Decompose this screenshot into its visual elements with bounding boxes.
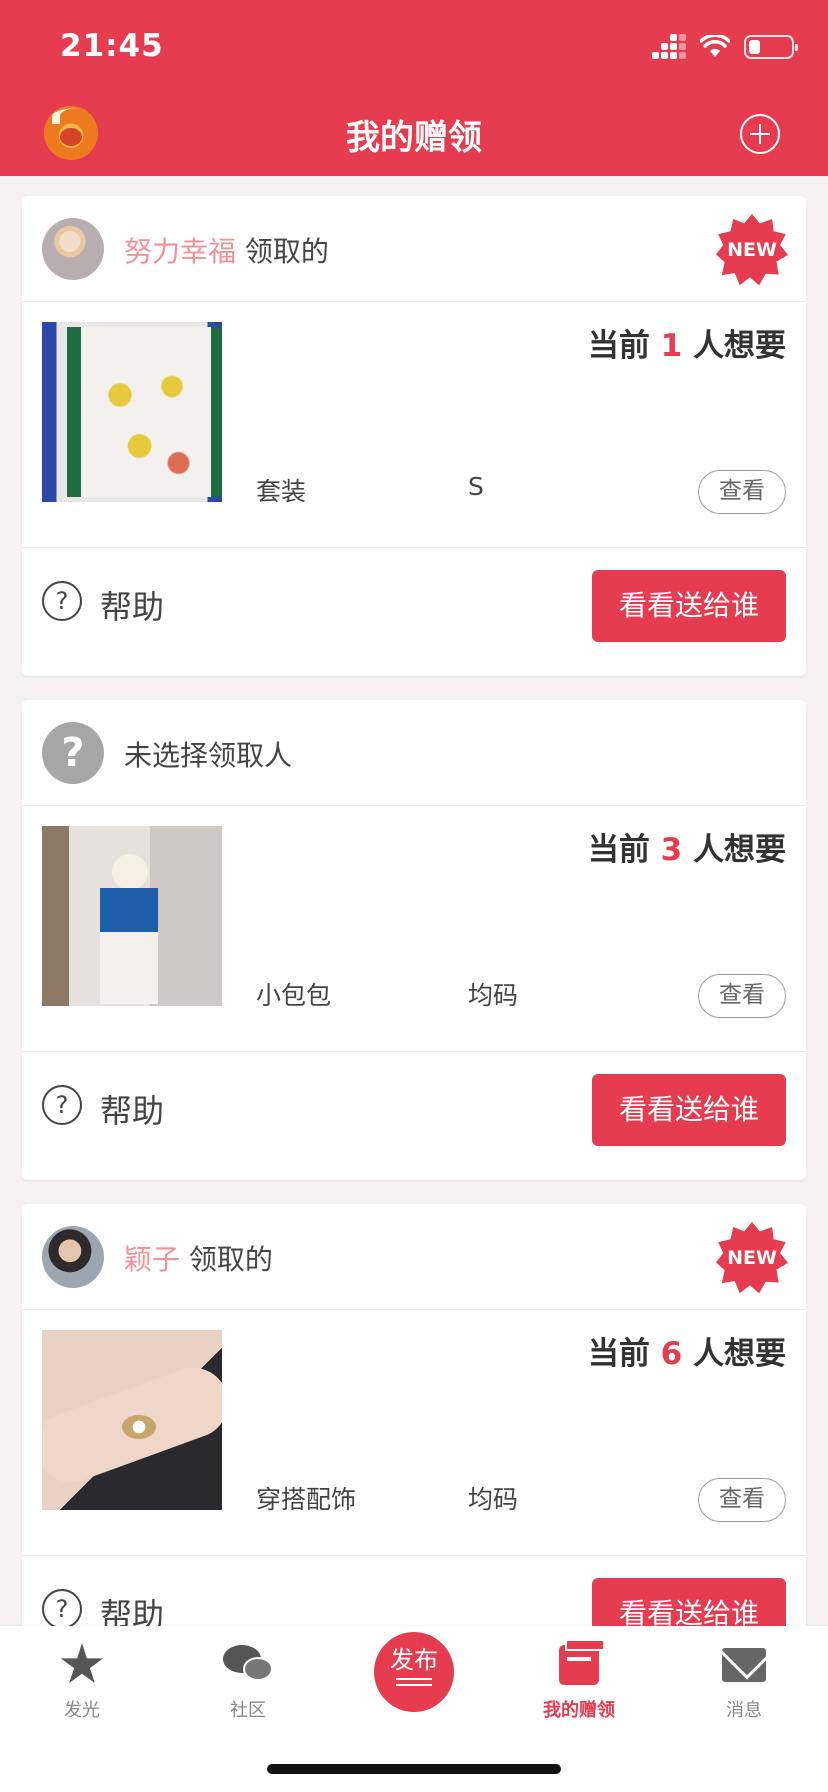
receiver-avatar[interactable] xyxy=(42,218,104,280)
new-badge: NEW xyxy=(716,1222,788,1294)
star-icon xyxy=(60,1643,104,1684)
want-suffix: 人想要 xyxy=(682,832,786,868)
receiver-name[interactable]: 努力幸福 xyxy=(124,235,236,268)
card-body: 当前 6 人想要 穿搭配饰 均码 查看 xyxy=(22,1310,806,1556)
item-photo[interactable] xyxy=(42,826,222,1006)
receive-action-text: 领取的 xyxy=(180,1243,273,1276)
want-prefix: 当前 xyxy=(587,832,661,868)
help-label[interactable]: 帮助 xyxy=(100,582,164,628)
want-prefix: 当前 xyxy=(587,328,661,364)
gift-card: 颖子 领取的 NEW 当前 6 人想要 穿搭配饰 均码 查看 ? 帮助 看看送给… xyxy=(22,1204,806,1684)
receiver-avatar[interactable] xyxy=(42,1226,104,1288)
card-header: 颖子 领取的 NEW xyxy=(22,1204,806,1310)
publish-label: 发布 xyxy=(390,1646,438,1674)
help-icon[interactable]: ? xyxy=(42,1589,82,1629)
receiver-name[interactable]: 颖子 xyxy=(124,1243,180,1276)
view-button[interactable]: 查看 xyxy=(698,1478,786,1522)
wifi-icon xyxy=(700,34,730,57)
want-count-text: 当前 1 人想要 xyxy=(588,320,786,365)
item-photo[interactable] xyxy=(42,1330,222,1510)
help-icon[interactable]: ? xyxy=(42,1085,82,1125)
item-category: 小包包 xyxy=(256,981,332,1010)
help-label[interactable]: 帮助 xyxy=(100,1086,164,1132)
gift-card: 努力幸福 领取的 NEW 当前 1 人想要 套装 S 查看 ? 帮助 看看送给谁 xyxy=(22,196,806,676)
receiver-line: 努力幸福 领取的 xyxy=(124,230,329,270)
card-header: ? 未选择领取人 xyxy=(22,700,806,806)
tab-label: 社区 xyxy=(230,1700,266,1721)
want-prefix: 当前 xyxy=(587,1336,661,1372)
gift-box-icon xyxy=(559,1639,605,1685)
view-button[interactable]: 查看 xyxy=(698,470,786,514)
cellular-signal-icon xyxy=(652,34,686,59)
want-suffix: 人想要 xyxy=(682,328,786,364)
want-count-text: 当前 6 人想要 xyxy=(588,1328,786,1373)
battery-icon xyxy=(744,34,798,59)
tab-label: 发光 xyxy=(64,1700,100,1721)
help-icon[interactable]: ? xyxy=(42,581,82,621)
tab-messages[interactable]: 消息 xyxy=(684,1638,804,1722)
want-number: 3 xyxy=(660,832,683,868)
card-body: 当前 1 人想要 套装 S 查看 xyxy=(22,302,806,548)
item-size: 均码 xyxy=(468,981,519,1010)
want-number: 1 xyxy=(660,328,683,364)
see-who-to-give-button[interactable]: 看看送给谁 xyxy=(592,1074,786,1146)
publish-button[interactable]: 发布 xyxy=(374,1632,454,1712)
item-size: 均码 xyxy=(468,1485,519,1514)
card-body: 当前 3 人想要 小包包 均码 查看 xyxy=(22,806,806,1052)
bottom-tab-bar: 发光 社区 发布 我的赠领 消息 xyxy=(0,1626,828,1792)
tab-community[interactable]: 社区 xyxy=(188,1638,308,1722)
want-number: 6 xyxy=(660,1336,683,1372)
status-icons xyxy=(652,34,798,59)
gift-card: ? 未选择领取人 当前 3 人想要 小包包 均码 查看 ? 帮助 看看送给谁 xyxy=(22,700,806,1180)
tab-glow[interactable]: 发光 xyxy=(22,1638,142,1722)
battery-level xyxy=(749,39,760,54)
item-photo[interactable] xyxy=(42,322,222,502)
card-footer: ? 帮助 看看送给谁 xyxy=(22,1052,806,1180)
no-receiver-text: 未选择领取人 xyxy=(124,739,293,772)
item-category: 穿搭配饰 xyxy=(256,1485,357,1514)
want-suffix: 人想要 xyxy=(682,1336,786,1372)
new-badge: NEW xyxy=(716,214,788,286)
tab-my-gifts[interactable]: 我的赠领 xyxy=(519,1638,639,1722)
see-who-to-give-button[interactable]: 看看送给谁 xyxy=(592,570,786,642)
app-header: 21:45 我的赠领 xyxy=(0,0,828,176)
add-icon[interactable] xyxy=(740,114,780,154)
item-size: S xyxy=(468,472,484,501)
card-header: 努力幸福 领取的 NEW xyxy=(22,196,806,302)
status-time: 21:45 xyxy=(60,28,164,64)
menu-lines-icon xyxy=(396,1678,432,1686)
item-category: 套装 xyxy=(256,477,307,506)
no-receiver-avatar: ? xyxy=(42,722,104,784)
chat-bubbles-icon xyxy=(223,1643,273,1687)
tab-label: 我的赠领 xyxy=(543,1700,615,1721)
tab-label: 消息 xyxy=(726,1700,762,1721)
view-button[interactable]: 查看 xyxy=(698,974,786,1018)
receive-action-text: 领取的 xyxy=(236,235,329,268)
home-indicator xyxy=(267,1764,561,1774)
page-title: 我的赠领 xyxy=(346,118,482,158)
receiver-line: 颖子 领取的 xyxy=(124,1238,273,1278)
card-footer: ? 帮助 看看送给谁 xyxy=(22,548,806,676)
envelope-icon xyxy=(722,1648,766,1682)
want-count-text: 当前 3 人想要 xyxy=(588,824,786,869)
